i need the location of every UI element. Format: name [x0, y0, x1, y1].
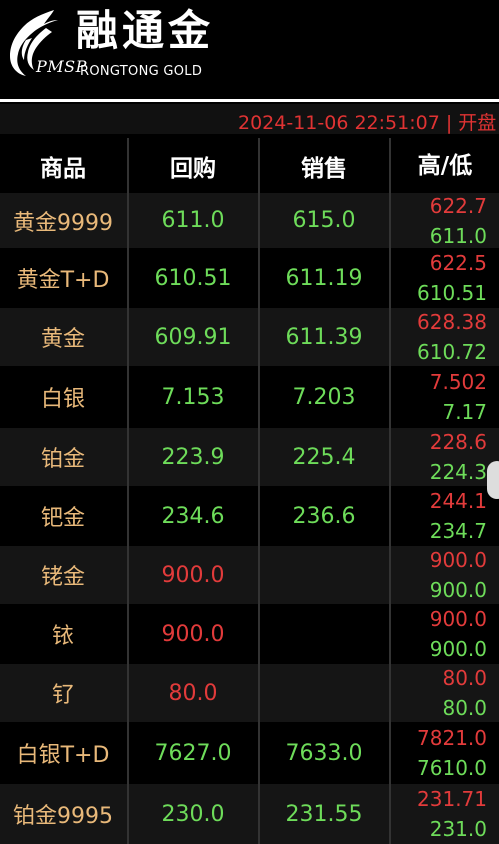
product-name: 黄金T+D	[16, 268, 110, 293]
high-price: 622.7	[429, 193, 487, 218]
high-price: 7821.0	[417, 726, 487, 750]
sell-price: 7633.0	[285, 740, 363, 766]
high-low-cell: 900.0 900.0	[391, 546, 499, 604]
low-price: 900.0	[429, 578, 487, 602]
product-name: 钌	[51, 683, 74, 708]
high-price: 628.38	[417, 310, 487, 334]
high-price: 622.5	[429, 251, 487, 275]
high-low-cell: 622.7 611.0	[391, 193, 499, 248]
table-row[interactable]: 钌 80.0 80.0 80.0	[0, 664, 499, 722]
product-name: 白银	[40, 387, 85, 412]
low-price: 900.0	[429, 637, 487, 661]
sell-price: 615.0	[292, 208, 356, 233]
high-price: 7.502	[429, 370, 487, 394]
sell-price	[260, 546, 388, 604]
low-price: 610.72	[417, 340, 487, 364]
high-low-cell: 7.502 7.17	[391, 366, 499, 428]
low-price: 7.17	[442, 400, 487, 424]
sell-price: 7.203	[292, 384, 356, 410]
low-price: 611.0	[429, 223, 487, 248]
table-row[interactable]: 铂金9995 230.0 231.55 231.71 231.0	[0, 784, 499, 844]
sell-price: 236.6	[292, 503, 356, 529]
product-name: 黄金	[40, 327, 85, 352]
table-row[interactable]: 黄金 609.91 611.39 628.38 610.72	[0, 308, 499, 366]
buy-price: 223.9	[161, 444, 225, 470]
buy-price: 611.0	[161, 208, 225, 233]
product-name: 铑金	[40, 565, 85, 590]
low-price: 231.0	[429, 817, 487, 841]
sell-price: 611.39	[285, 324, 363, 350]
buy-price: 609.91	[154, 324, 232, 350]
buy-price: 234.6	[161, 503, 225, 529]
high-low-cell: 80.0 80.0	[391, 664, 499, 722]
product-name: 黄金9999	[13, 210, 113, 236]
low-price: 80.0	[442, 696, 487, 720]
column-header-buy: 回购	[170, 155, 216, 182]
column-divider	[127, 138, 129, 844]
table-header: 商品 回购 销售 高/低	[0, 138, 499, 193]
high-low-cell: 900.0 900.0	[391, 604, 499, 664]
sell-price	[260, 604, 388, 664]
high-price: 244.1	[429, 489, 487, 513]
column-header-sell: 销售	[301, 155, 347, 182]
table-row[interactable]: 黄金9999 611.0 615.0 622.7 611.0	[0, 193, 499, 248]
column-divider	[389, 138, 391, 844]
buy-price: 7.153	[161, 384, 225, 410]
buy-price: 80.0	[168, 680, 218, 706]
high-price: 228.6	[429, 430, 487, 454]
low-price: 610.51	[417, 281, 487, 305]
column-header-high-low: 高/低	[417, 152, 473, 179]
table-row[interactable]: 钯金 234.6 236.6 244.1 234.7	[0, 486, 499, 546]
high-price: 900.0	[429, 607, 487, 631]
product-name: 白银T+D	[16, 743, 110, 768]
price-table: 商品 回购 销售 高/低 黄金9999 611.0 615.0 622.7 611.0 黄…	[0, 0, 499, 844]
sell-price: 231.55	[285, 801, 363, 827]
scroll-handle[interactable]	[487, 461, 499, 499]
buy-price: 900.0	[161, 562, 225, 588]
column-header-name: 商品	[40, 155, 86, 182]
table-row[interactable]: 铂金 223.9 225.4 228.6 224.3	[0, 428, 499, 486]
high-low-cell: 231.71 231.0	[391, 784, 499, 844]
table-row[interactable]: 白银T+D 7627.0 7633.0 7821.0 7610.0	[0, 722, 499, 784]
buy-price: 900.0	[161, 621, 225, 647]
high-low-cell: 228.6 224.3	[391, 428, 499, 486]
high-low-cell: 622.5 610.51	[391, 248, 499, 308]
buy-price: 230.0	[161, 801, 225, 827]
buy-price: 7627.0	[154, 740, 232, 766]
high-low-cell: 244.1 234.7	[391, 486, 499, 546]
high-low-cell: 628.38 610.72	[391, 308, 499, 366]
high-price: 80.0	[442, 666, 487, 690]
product-name: 铂金9995	[13, 804, 113, 829]
table-row[interactable]: 白银 7.153 7.203 7.502 7.17	[0, 366, 499, 428]
high-price: 231.71	[417, 787, 487, 811]
product-name: 铱	[51, 624, 74, 649]
product-name: 铂金	[40, 447, 85, 472]
low-price: 234.7	[429, 519, 487, 543]
low-price: 224.3	[429, 460, 487, 484]
high-low-cell: 7821.0 7610.0	[391, 722, 499, 784]
table-row[interactable]: 铑金 900.0 900.0 900.0	[0, 546, 499, 604]
table-row[interactable]: 黄金T+D 610.51 611.19 622.5 610.51	[0, 248, 499, 308]
product-name: 钯金	[40, 506, 85, 531]
column-divider	[258, 138, 260, 844]
sell-price	[260, 664, 388, 722]
sell-price: 611.19	[285, 265, 363, 291]
sell-price: 225.4	[292, 444, 356, 470]
buy-price: 610.51	[154, 265, 232, 291]
low-price: 7610.0	[417, 756, 487, 780]
table-row[interactable]: 铱 900.0 900.0 900.0	[0, 604, 499, 664]
high-price: 900.0	[429, 548, 487, 572]
